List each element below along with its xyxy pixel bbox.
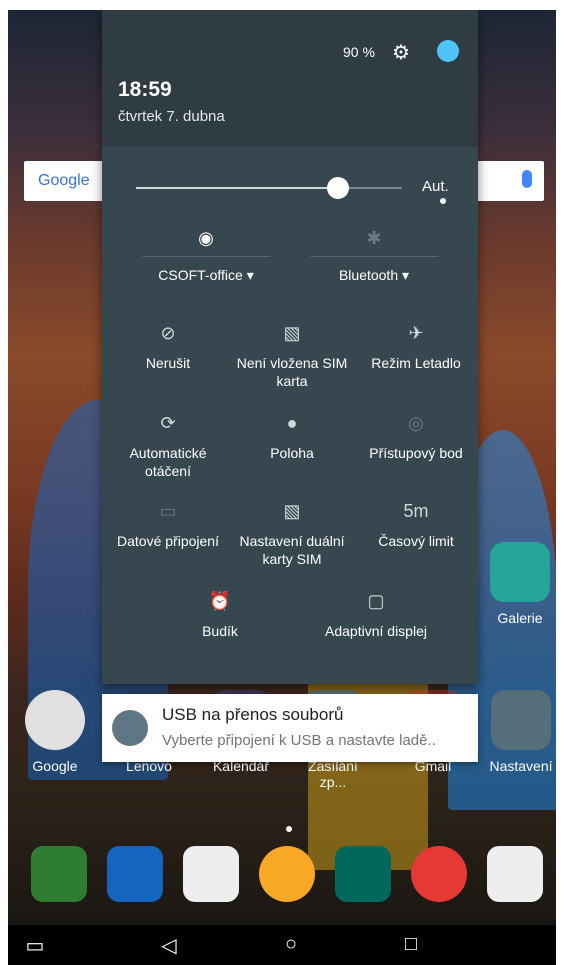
tile-data[interactable]: ▭ Datové připojení [106, 498, 230, 550]
auto-brightness-indicator [440, 198, 446, 204]
gallery-icon [490, 542, 550, 602]
panel-header: 90 % ⚙ 18:59 čtvrtek 7. dubna [102, 10, 478, 147]
tile-nerusit[interactable]: ⊘ Nerušit [106, 320, 230, 372]
android-icon [112, 710, 148, 746]
divider [310, 256, 438, 257]
tile-label: Budík [202, 623, 238, 639]
battery-level: 90 % [343, 44, 375, 60]
app-label: Zasílání zp... [308, 758, 358, 790]
notification-title: USB na přenos souborů [162, 705, 344, 724]
wifi-toggle[interactable]: ◉ CSOFT-office ▾ [142, 226, 270, 284]
dock-dolby[interactable] [328, 846, 398, 910]
play-store-icon [487, 846, 543, 902]
tile-label: Nerušit [145, 355, 191, 371]
divider [142, 256, 270, 257]
tile-alarm[interactable]: ⏰ Budík [150, 588, 290, 640]
bluetooth-toggle[interactable]: ✱ Bluetooth ▾ [310, 226, 438, 284]
tile-rotation[interactable]: ⟳ Automatické otáčení [106, 410, 230, 480]
phone-icon [31, 846, 87, 902]
wifi-icon: ◉ [198, 228, 214, 248]
tile-sim[interactable]: ▧ Není vložena SIM karta [230, 320, 354, 390]
quick-settings-panel: 90 % ⚙ 18:59 čtvrtek 7. dubna Aut. ◉ CSO… [102, 10, 478, 684]
do-not-disturb-icon: ⊘ [160, 323, 176, 343]
alarm-icon: ⏰ [208, 591, 232, 611]
dock-contacts[interactable] [100, 846, 170, 910]
tile-label: Nastavení duální karty SIM [239, 533, 345, 567]
tile-label: Automatické otáčení [129, 445, 207, 479]
data-icon: ▭ [159, 501, 177, 521]
contacts-icon [107, 846, 163, 902]
back-icon[interactable]: ◁ [156, 933, 182, 958]
google-logo: Google [38, 172, 90, 189]
tile-timeout[interactable]: 5m Časový limit [354, 498, 478, 550]
clock-date: čtvrtek 7. dubna [118, 108, 225, 125]
auto-brightness-label[interactable]: Aut. [422, 178, 449, 195]
location-icon: ● [286, 413, 298, 433]
tile-airplane[interactable]: ✈ Režim Letadlo [354, 320, 478, 372]
timer-icon: 5m [403, 501, 429, 521]
app-google[interactable]: Google [20, 690, 90, 774]
mic-icon[interactable] [522, 170, 532, 188]
dock-phone[interactable] [24, 846, 94, 910]
camera-icon [183, 846, 239, 902]
google-icon [25, 690, 85, 750]
tile-label: Přístupový bod [369, 445, 463, 461]
tile-label: Není vložena SIM karta [236, 355, 348, 389]
app-nastaveni[interactable]: Nastavení [486, 690, 556, 774]
notification-text: Vyberte připojení k USB a nastavte ladě.… [162, 732, 436, 749]
recents-icon[interactable]: □ [398, 933, 424, 956]
chrome-icon [411, 846, 467, 902]
dolby-icon [335, 846, 391, 902]
page-indicator [286, 826, 292, 832]
clock-time: 18:59 [118, 78, 172, 101]
navigation-bar: ▭ ◁ ○ □ [8, 925, 556, 965]
tile-label: Datové připojení [117, 533, 219, 549]
tile-label: Časový limit [378, 533, 454, 549]
rotation-icon: ⟳ [160, 413, 176, 433]
dock-store[interactable] [480, 846, 550, 910]
home-icon[interactable]: ○ [278, 933, 304, 956]
dock-chrome[interactable] [404, 846, 474, 910]
tile-dual-sim[interactable]: ▧ Nastavení duální karty SIM [230, 498, 354, 568]
dual-sim-icon: ▧ [283, 501, 301, 521]
app-label: Nastavení [489, 758, 553, 774]
no-sim-icon: ▧ [283, 323, 301, 343]
app-drawer-icon [259, 846, 315, 902]
brightness-thumb[interactable] [327, 177, 350, 199]
tile-label: Adaptivní displej [325, 623, 427, 639]
gear-icon[interactable]: ⚙ [392, 40, 410, 65]
app-label: Google [32, 758, 78, 774]
hotspot-icon: ◎ [408, 413, 424, 433]
settings-app-icon [491, 690, 551, 750]
dock-apps[interactable] [252, 846, 322, 910]
recent-apps-small-icon[interactable]: ▭ [22, 933, 48, 958]
tile-label: Poloha [270, 445, 314, 461]
app-label: Galerie [497, 610, 543, 626]
usb-notification[interactable]: USB na přenos souborů Vyberte připojení … [102, 694, 478, 762]
dock-camera[interactable] [176, 846, 246, 910]
tile-location[interactable]: ● Poloha [230, 410, 354, 462]
caret-down-icon[interactable]: ▾ [247, 267, 254, 283]
app-galerie[interactable]: Galerie [485, 542, 555, 626]
caret-down-icon[interactable]: ▾ [402, 267, 409, 283]
tile-hotspot[interactable]: ◎ Přístupový bod [354, 410, 478, 462]
screen: Google Galerie Google Lenovo Kalendář Za… [8, 10, 556, 965]
bluetooth-icon: ✱ [366, 228, 382, 248]
display-icon: ▢ [367, 591, 385, 611]
user-avatar-icon[interactable] [437, 40, 459, 62]
brightness-slider[interactable] [136, 177, 402, 199]
tile-display[interactable]: ▢ Adaptivní displej [306, 588, 446, 640]
wifi-label: CSOFT-office [158, 267, 243, 283]
airplane-icon: ✈ [408, 323, 424, 343]
bluetooth-label: Bluetooth [338, 267, 399, 283]
tile-label: Režim Letadlo [371, 355, 461, 371]
brightness-fill [136, 187, 339, 189]
